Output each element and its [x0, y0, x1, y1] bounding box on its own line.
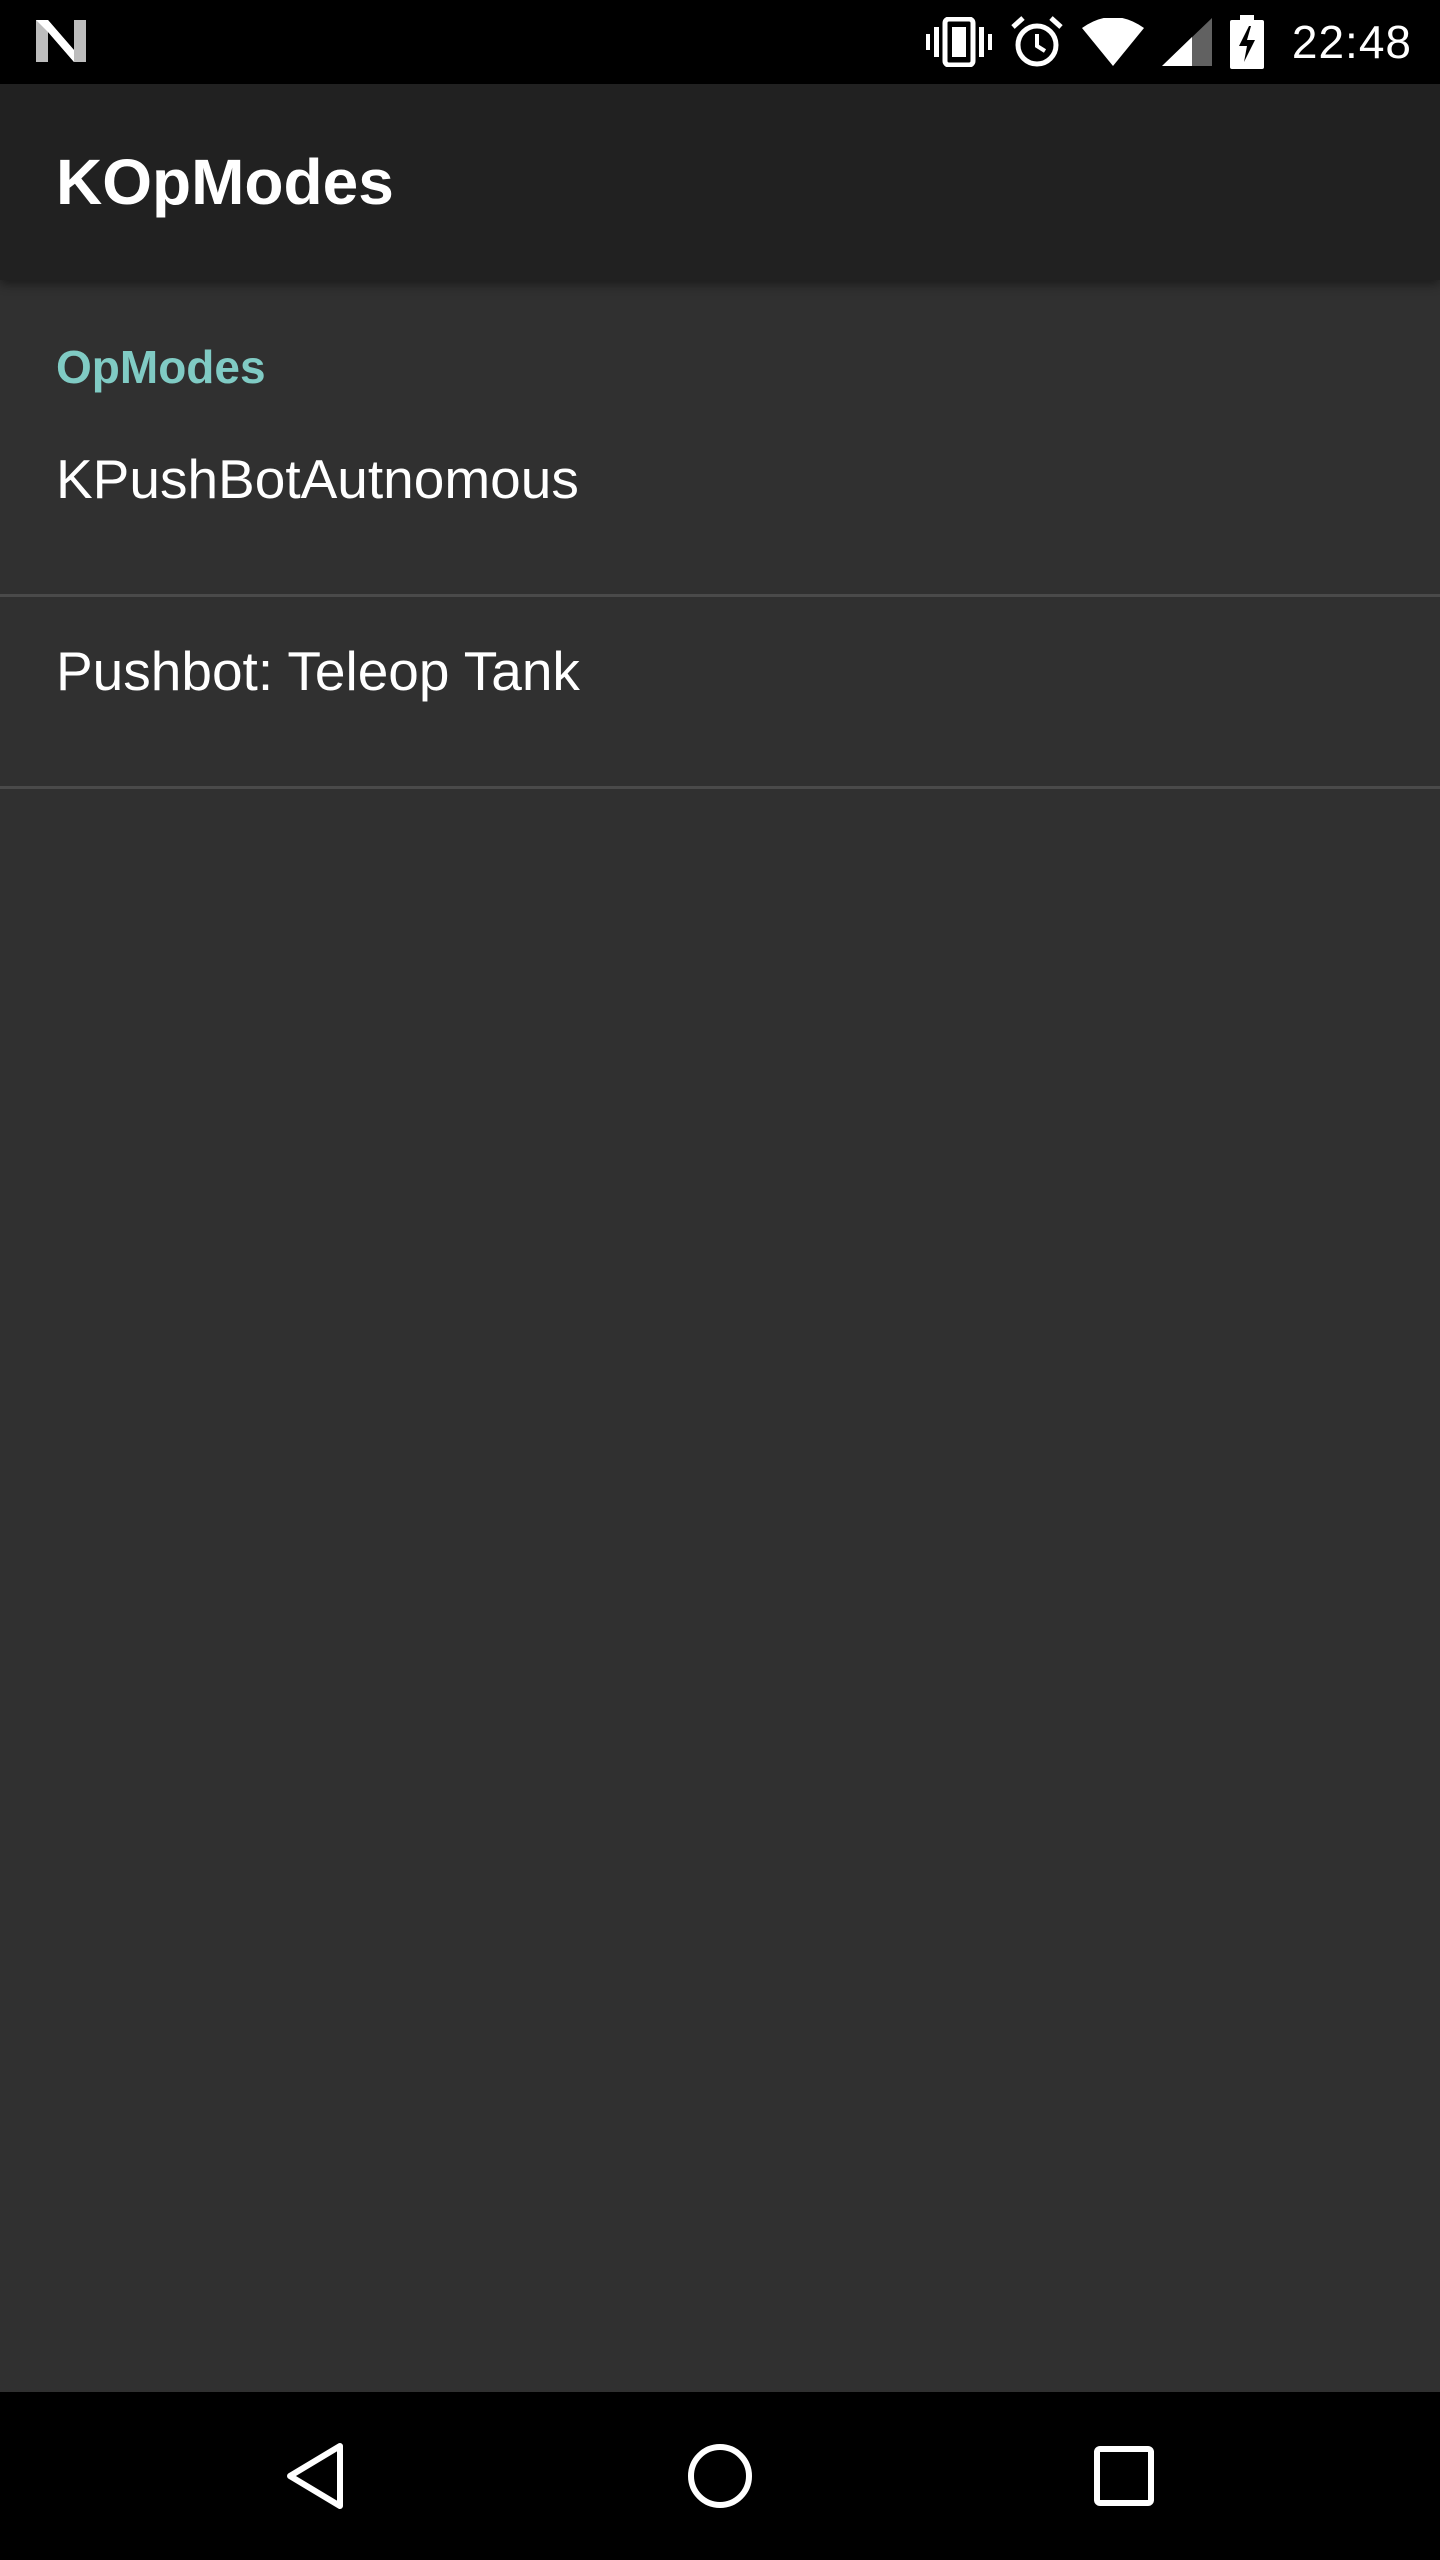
screen: 22:48 KOpModes OpModes KPushBotAutnomous…: [0, 0, 1440, 2560]
preference-item-label: Pushbot: Teleop Tank: [56, 640, 580, 702]
home-icon: [688, 2444, 752, 2508]
app-title: KOpModes: [56, 146, 394, 218]
cell-signal-icon: [1161, 18, 1212, 66]
navigation-bar: [0, 2392, 1440, 2560]
status-clock: 22:48: [1291, 16, 1412, 68]
back-button[interactable]: [266, 2426, 366, 2526]
preference-list: OpModes KPushBotAutnomous Pushbot: Teleo…: [0, 280, 1440, 2392]
android-n-icon: [36, 20, 86, 62]
preference-category-title: OpModes: [56, 341, 266, 393]
preference-item-label: KPushBotAutnomous: [56, 448, 579, 510]
recents-icon: [1094, 2446, 1154, 2506]
home-button[interactable]: [670, 2426, 770, 2526]
wifi-icon: [1081, 18, 1144, 66]
preference-item-pushbot-teleop-tank[interactable]: Pushbot: Teleop Tank: [0, 597, 1440, 789]
preference-item-kpushbotautnomous[interactable]: KPushBotAutnomous: [0, 407, 1440, 597]
status-bar: 22:48: [0, 0, 1440, 84]
list-divider: [0, 786, 1440, 789]
vibrate-icon: [925, 17, 992, 67]
back-icon: [287, 2443, 343, 2509]
battery-charging-icon: [1229, 15, 1264, 69]
status-icons: 22:48: [925, 0, 1412, 84]
recents-button[interactable]: [1074, 2426, 1174, 2526]
alarm-icon: [1011, 16, 1063, 67]
app-bar: KOpModes: [0, 84, 1440, 280]
